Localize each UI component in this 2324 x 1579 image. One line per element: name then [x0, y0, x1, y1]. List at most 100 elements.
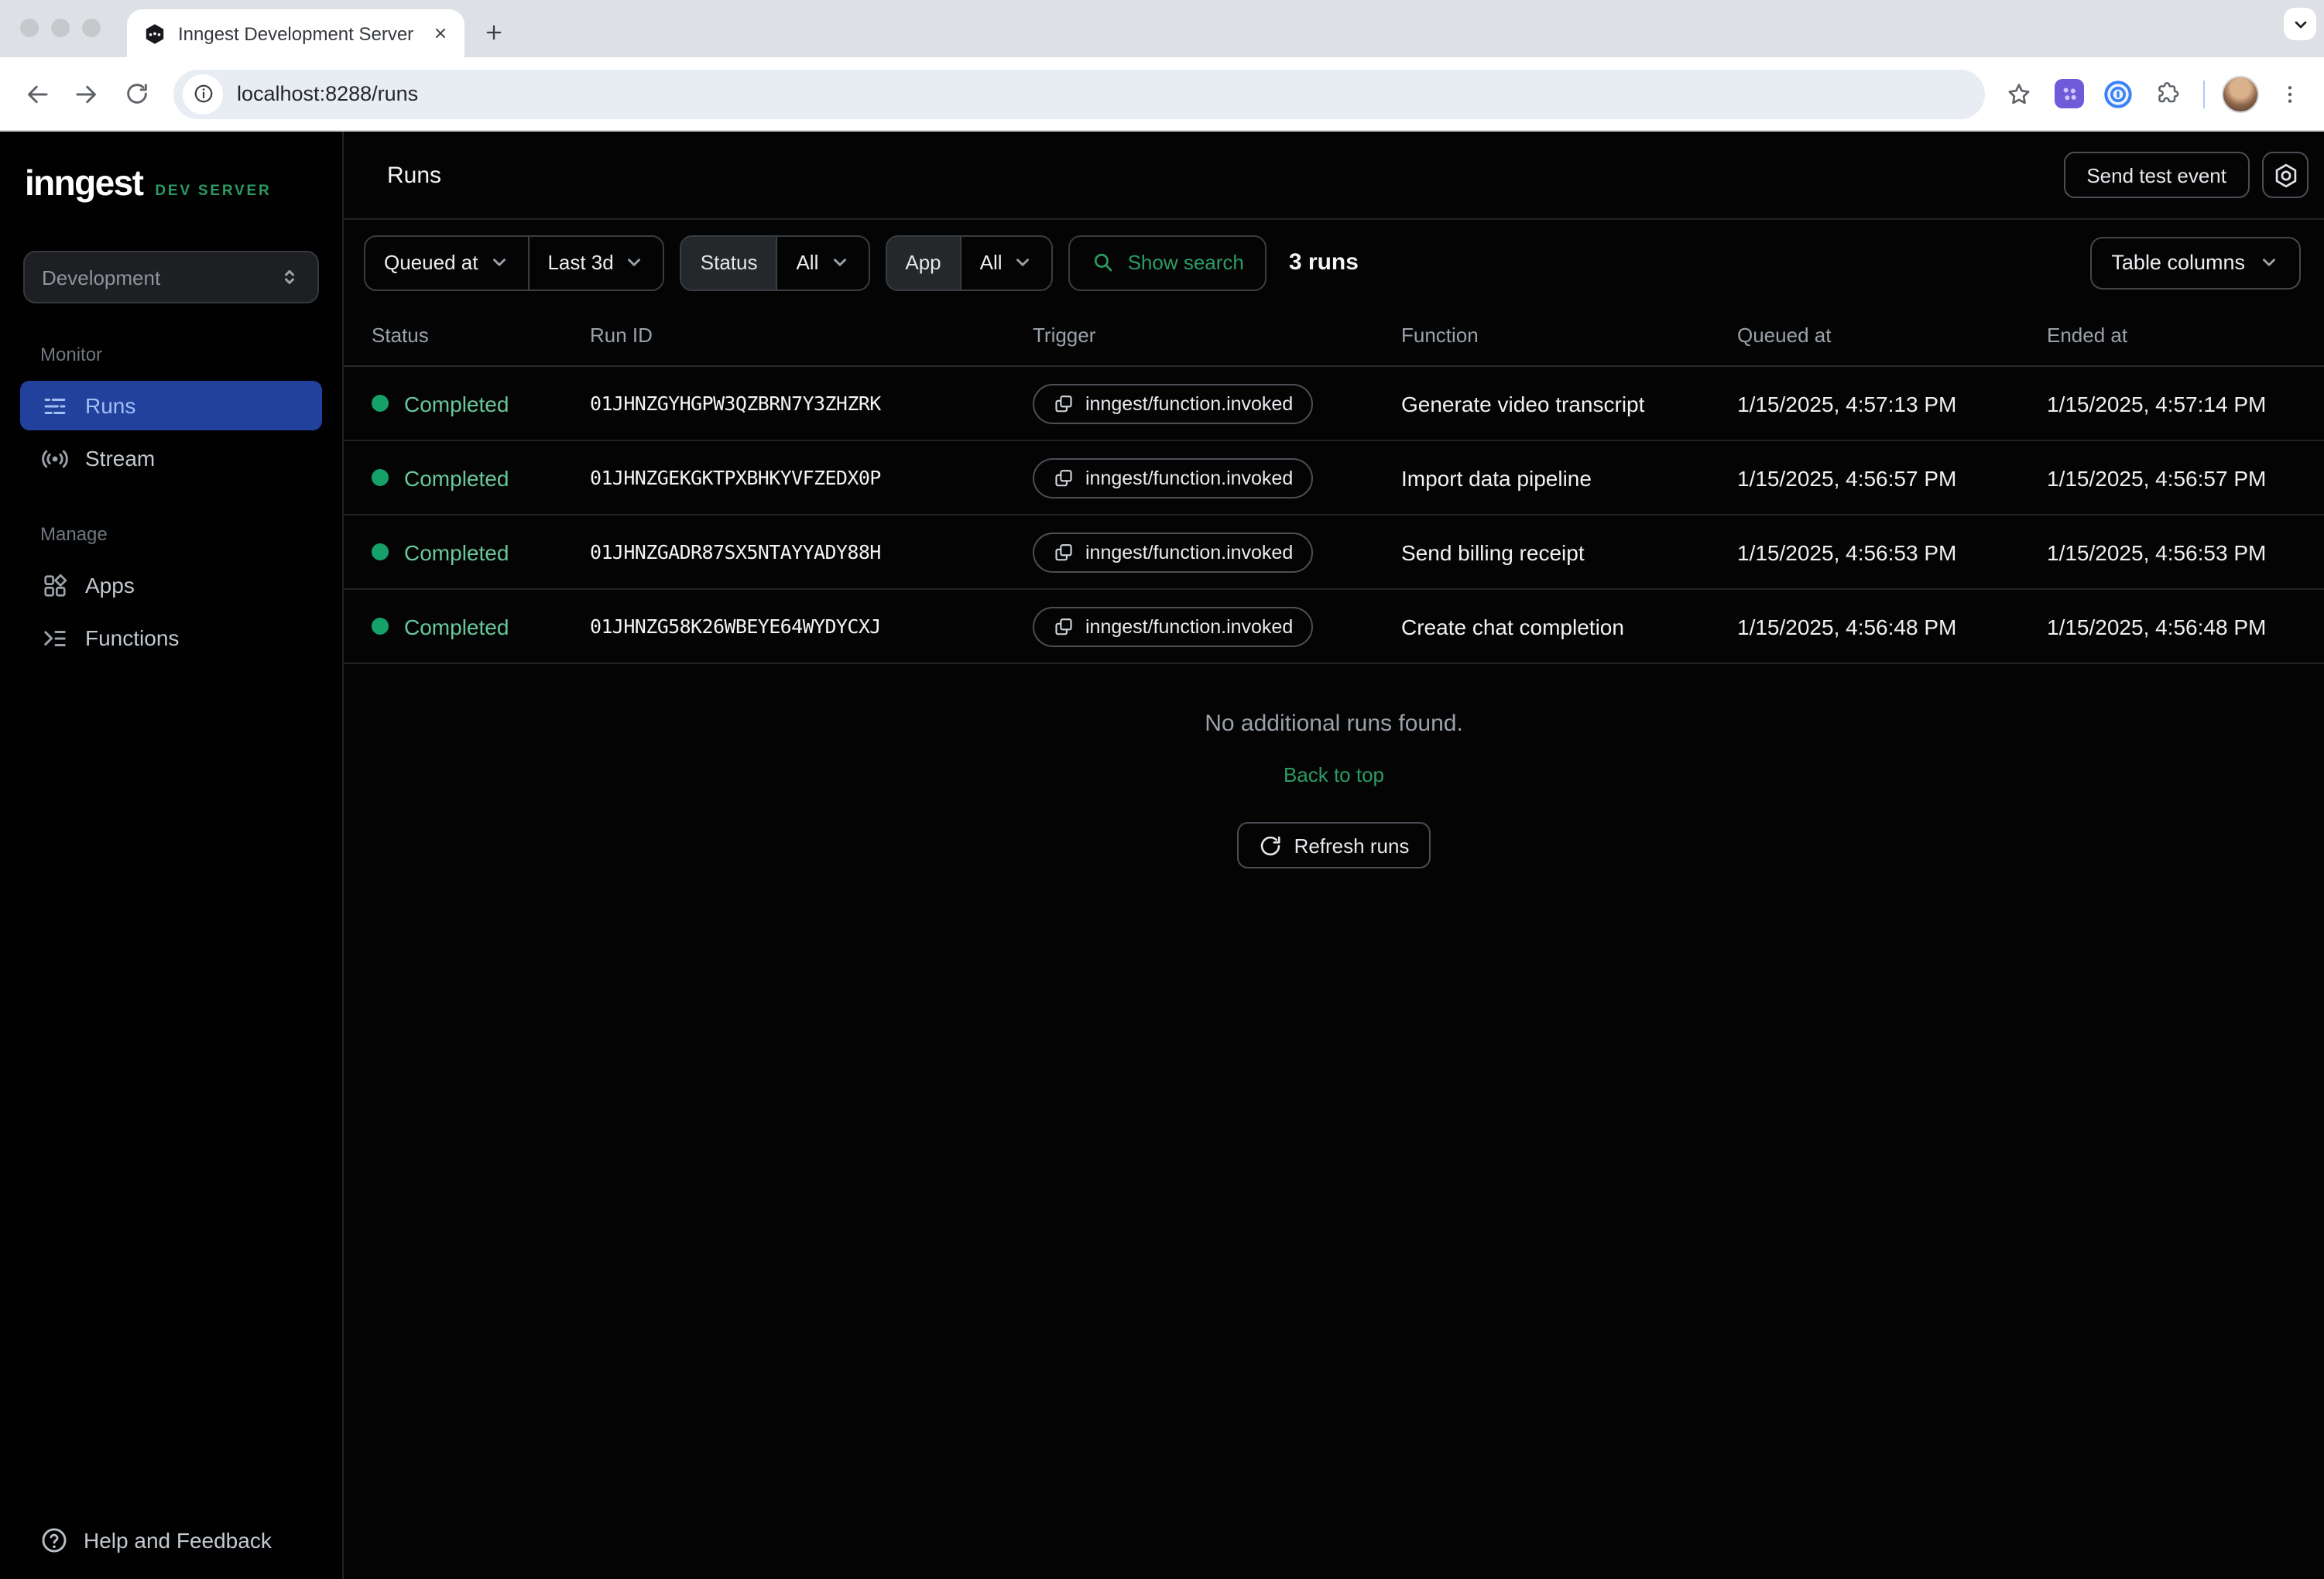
search-icon: [1092, 251, 1116, 274]
toolbar-divider: [2203, 80, 2205, 108]
extension-badge[interactable]: [2050, 75, 2087, 112]
app-filter-dropdown[interactable]: All: [961, 236, 1052, 289]
table-row[interactable]: Completed 01JHNZGYHGPW3QZBRN7Y3ZHZRK inn…: [344, 367, 2324, 441]
functions-icon: [42, 625, 68, 651]
help-label: Help and Feedback: [84, 1528, 272, 1553]
ended-at-value: 1/15/2025, 4:56:57 PM: [2047, 465, 2324, 490]
page-title: Runs: [387, 162, 441, 188]
window-controls: [20, 19, 101, 37]
ended-at-value: 1/15/2025, 4:57:14 PM: [2047, 391, 2324, 416]
refresh-runs-label: Refresh runs: [1294, 834, 1410, 857]
trigger-badge[interactable]: inngest/function.invoked: [1033, 457, 1313, 498]
chevron-down-icon: [488, 252, 509, 272]
status-dot: [372, 543, 389, 560]
copy-icon: [1053, 392, 1075, 414]
sidebar: inngest DEV SERVER Development Monitor R…: [0, 132, 344, 1579]
send-test-event-button[interactable]: Send test event: [2063, 152, 2250, 198]
function-name: Import data pipeline: [1401, 465, 1737, 490]
window-minimize-button[interactable]: [51, 19, 70, 37]
status-filter: Status All: [680, 235, 870, 290]
queued-at-value: 1/15/2025, 4:56:48 PM: [1737, 614, 2047, 639]
status-filter-dropdown[interactable]: All: [777, 236, 868, 289]
refresh-runs-button[interactable]: Refresh runs: [1237, 822, 1431, 868]
environment-selector[interactable]: Development: [23, 251, 319, 303]
sidebar-item-functions[interactable]: Functions: [20, 613, 322, 663]
column-header-run-id: Run ID: [590, 324, 1033, 347]
updown-chevron-icon: [279, 266, 300, 288]
browser-tab-strip: Inngest Development Server: [0, 0, 2324, 57]
window-close-button[interactable]: [20, 19, 39, 37]
chevron-down-icon: [2259, 252, 2279, 272]
sidebar-item-apps[interactable]: Apps: [20, 560, 322, 610]
chevron-down-icon: [829, 252, 849, 272]
sidebar-item-label: Functions: [85, 625, 179, 650]
column-header-queued-at: Queued at: [1737, 324, 2047, 347]
sidebar-item-stream[interactable]: Stream: [20, 433, 322, 483]
new-tab-button[interactable]: [474, 12, 514, 53]
trigger-name: inngest/function.invoked: [1085, 541, 1293, 563]
site-info-icon[interactable]: [183, 74, 223, 114]
copy-icon: [1053, 467, 1075, 488]
runs-count: 3 runs: [1289, 249, 1359, 276]
help-circle-icon: [40, 1526, 68, 1554]
status-filter-value: All: [796, 251, 818, 274]
browser-menu-icon[interactable]: [2271, 75, 2309, 112]
table-row[interactable]: Completed 01JHNZGEKGKTPXBHKYVFZEDX0P inn…: [344, 441, 2324, 515]
chevron-down-icon: [625, 252, 645, 272]
sidebar-item-label: Runs: [85, 393, 135, 418]
table-row[interactable]: Completed 01JHNZGADR87SX5NTAYYADY88H inn…: [344, 515, 2324, 590]
sidebar-item-runs[interactable]: Runs: [20, 381, 322, 430]
run-id: 01JHNZGEKGKTPXBHKYVFZEDX0P: [590, 466, 1033, 489]
column-header-function: Function: [1401, 324, 1737, 347]
back-to-top-link[interactable]: Back to top: [1284, 763, 1384, 786]
app-filter-value: All: [980, 251, 1003, 274]
run-status: Completed: [404, 539, 509, 564]
column-header-ended-at: Ended at: [2047, 324, 2324, 347]
show-search-button[interactable]: Show search: [1069, 235, 1267, 290]
section-label-monitor: Monitor: [40, 344, 342, 365]
trigger-name: inngest/function.invoked: [1085, 392, 1293, 414]
no-additional-runs-message: No additional runs found.: [1205, 711, 1463, 737]
ended-at-value: 1/15/2025, 4:56:48 PM: [2047, 614, 2324, 639]
page-header: Runs Send test event: [344, 132, 2324, 220]
trigger-badge[interactable]: inngest/function.invoked: [1033, 532, 1313, 572]
back-button[interactable]: [15, 72, 59, 115]
sidebar-item-label: Apps: [85, 573, 135, 598]
time-range-value: Last 3d: [547, 251, 613, 274]
trigger-badge[interactable]: inngest/function.invoked: [1033, 383, 1313, 423]
forward-button[interactable]: [65, 72, 108, 115]
purple-extension-icon: [2054, 79, 2083, 108]
address-bar[interactable]: localhost:8288/runs: [173, 69, 1985, 118]
status-dot: [372, 395, 389, 412]
settings-button[interactable]: [2262, 152, 2309, 198]
extensions-puzzle-icon[interactable]: [2149, 75, 2186, 112]
trigger-badge[interactable]: inngest/function.invoked: [1033, 606, 1313, 646]
help-and-feedback[interactable]: Help and Feedback: [0, 1526, 342, 1579]
inngest-app: inngest DEV SERVER Development Monitor R…: [0, 132, 2324, 1579]
time-range-dropdown[interactable]: Last 3d: [529, 236, 663, 289]
bookmark-star-icon[interactable]: [2000, 75, 2038, 112]
table-row[interactable]: Completed 01JHNZG58K26WBEYE64WYDYCXJ inn…: [344, 590, 2324, 664]
broadcast-icon: [42, 445, 68, 471]
ended-at-value: 1/15/2025, 4:56:53 PM: [2047, 539, 2324, 564]
table-columns-label: Table columns: [2111, 251, 2245, 274]
logo: inngest DEV SERVER: [0, 132, 342, 204]
table-columns-button[interactable]: Table columns: [2089, 236, 2301, 289]
filter-bar: Queued at Last 3d Status All: [344, 220, 2324, 305]
time-field-dropdown[interactable]: Queued at: [365, 236, 527, 289]
queued-at-value: 1/15/2025, 4:56:57 PM: [1737, 465, 2047, 490]
tab-close-icon[interactable]: [427, 21, 452, 46]
profile-avatar[interactable]: [2222, 75, 2259, 112]
window-zoom-button[interactable]: [82, 19, 101, 37]
reload-button[interactable]: [115, 72, 158, 115]
send-test-event-label: Send test event: [2086, 163, 2226, 187]
tab-search-button[interactable]: [2284, 8, 2316, 40]
section-label-manage: Manage: [40, 523, 342, 545]
password-manager-icon[interactable]: [2099, 75, 2137, 112]
browser-tab[interactable]: Inngest Development Server: [127, 9, 464, 57]
queued-at-value: 1/15/2025, 4:57:13 PM: [1737, 391, 2047, 416]
copy-icon: [1053, 541, 1075, 563]
run-id: 01JHNZGADR87SX5NTAYYADY88H: [590, 540, 1033, 563]
runs-list-icon: [42, 392, 68, 419]
table-header: Status Run ID Trigger Function Queued at…: [344, 305, 2324, 367]
